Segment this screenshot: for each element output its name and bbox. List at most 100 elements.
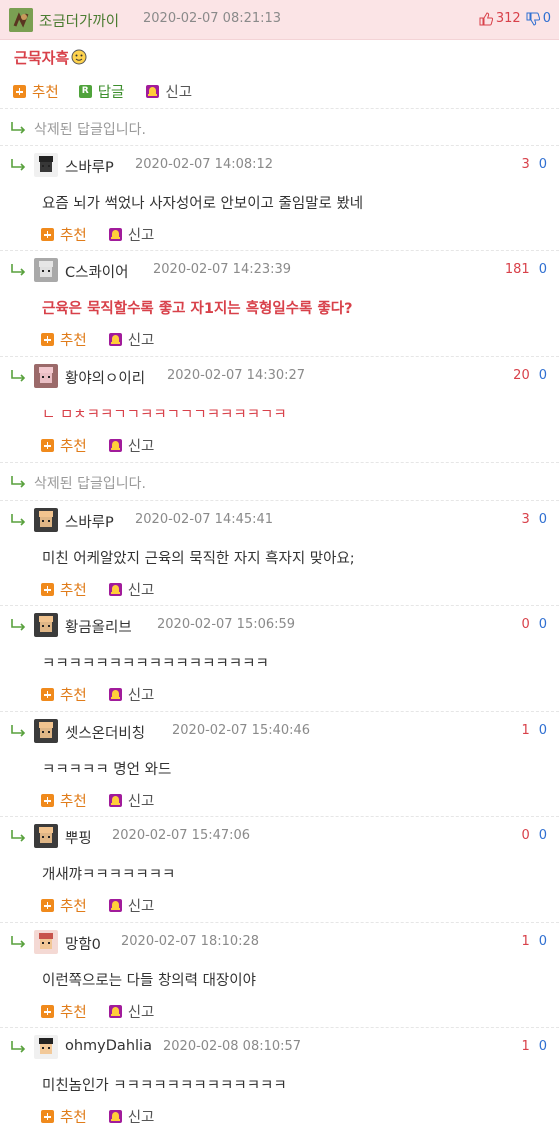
report-label: 신고 (127, 899, 155, 915)
reply-arrow-icon (10, 935, 28, 949)
siren-icon (108, 899, 122, 912)
reply-down-count[interactable]: 0 (539, 512, 547, 527)
plus-icon (41, 794, 54, 807)
post-actions: 추천 R 답글 신고 (13, 81, 192, 102)
report-button[interactable]: 신고 (108, 684, 154, 705)
report-button[interactable]: 신고 (146, 81, 192, 102)
reply-down-count[interactable]: 0 (539, 723, 547, 738)
reply-up-count[interactable]: 0 (521, 828, 529, 843)
reply-down-count[interactable]: 0 (539, 934, 547, 949)
thumbs-up-icon[interactable] (479, 11, 493, 26)
author-avatar[interactable] (9, 8, 33, 32)
recommend-label: 추천 (60, 1110, 87, 1126)
reply-time: 2020-02-07 15:47:06 (112, 828, 251, 843)
reply-time: 2020-02-07 15:06:59 (157, 617, 296, 632)
reply-item: 뿌핑 2020-02-07 15:47:06 0 0 개새꺄ㅋㅋㅋㅋㅋㅋㅋ 추천 신고 (0, 816, 559, 922)
reply-nick[interactable]: 스바루P (65, 511, 114, 532)
reply-text: ㅋㅋㅋㅋㅋㅋㅋㅋㅋㅋㅋㅋㅋㅋㅋㅋㅋ (42, 656, 269, 672)
reply-down-count[interactable]: 0 (539, 262, 547, 277)
reply-up-count[interactable]: 1 (521, 934, 529, 949)
reply-up-count[interactable]: 1 (521, 723, 529, 738)
reply-arrow-icon (10, 513, 28, 527)
reply-time: 2020-02-07 14:45:41 (135, 512, 274, 527)
reply-down-count[interactable]: 0 (539, 368, 547, 383)
plus-icon (41, 1005, 54, 1018)
report-button[interactable]: 신고 (108, 329, 154, 350)
reply-avatar[interactable] (34, 508, 58, 532)
report-button[interactable]: 신고 (108, 224, 154, 245)
reply-item: ohmyDahlia 2020-02-08 08:10:57 1 0 미친놈인가 ㅋㅋㅋ… (0, 1027, 559, 1131)
recommend-button[interactable]: 추천 (41, 1001, 87, 1022)
reply-avatar[interactable] (34, 364, 58, 388)
reply-down-count[interactable]: 0 (539, 828, 547, 843)
recommend-button[interactable]: 추천 (41, 684, 87, 705)
reply-item: 황금올리브 2020-02-07 15:06:59 0 0 ㅋㅋㅋㅋㅋㅋㅋㅋㅋㅋㅋㅋㅋㅋ… (0, 605, 559, 711)
report-button[interactable]: 신고 (108, 790, 155, 811)
reply-down-count[interactable]: 0 (539, 1039, 547, 1054)
reply-avatar[interactable] (34, 824, 58, 848)
recommend-button[interactable]: 추천 (41, 435, 87, 456)
siren-icon (108, 688, 122, 701)
post-header: 조금더가까이 2020-02-07 08:21:13 312 0 (0, 0, 559, 40)
recommend-button[interactable]: 추천 (41, 790, 87, 811)
reply-up-count[interactable]: 0 (521, 617, 529, 632)
reply-nick[interactable]: 황금올리브 (65, 616, 132, 637)
recommend-button[interactable]: 추천 (41, 329, 87, 350)
reply-avatar[interactable] (34, 930, 58, 954)
reply-up-count[interactable]: 3 (521, 512, 529, 527)
report-label: 신고 (127, 794, 155, 810)
deleted-reply-text: 삭제된 답글입니다. (34, 476, 146, 492)
reply-arrow-icon (10, 1040, 28, 1054)
recommend-button[interactable]: 추천 (41, 895, 87, 916)
reply-up-count[interactable]: 1 (521, 1039, 529, 1054)
smirk-emoji-icon (71, 49, 87, 65)
reply-text: 미친 어케알았지 근육의 묵직한 자지 흑자지 맞아요; (42, 551, 355, 567)
reply-nick[interactable]: ohmyDahlia (65, 1038, 152, 1054)
report-button[interactable]: 신고 (108, 1106, 154, 1127)
reply-arrow-icon (10, 475, 28, 489)
recommend-button[interactable]: 추천 (41, 224, 87, 245)
post-text: 근묵자흑 (14, 49, 70, 67)
reply-nick[interactable]: 망함0 (65, 933, 101, 954)
reply-nick[interactable]: 셋스온더비칭 (65, 722, 145, 743)
reply-arrow-icon (10, 618, 28, 632)
report-button[interactable]: 신고 (108, 895, 155, 916)
reply-avatar[interactable] (34, 153, 58, 177)
recommend-label: 추천 (60, 439, 87, 455)
thumbs-down-icon[interactable] (526, 12, 540, 26)
reply-votes: 00 (521, 828, 547, 843)
reply-text: 개새꺄ㅋㅋㅋㅋㅋㅋㅋ (42, 867, 176, 883)
reply-down-count[interactable]: 0 (539, 617, 547, 632)
reply-up-count[interactable]: 181 (505, 262, 530, 277)
reply-avatar[interactable] (34, 258, 58, 282)
reply-nick[interactable]: C스콰이어 (65, 261, 128, 282)
recommend-button[interactable]: 추천 (41, 1106, 87, 1127)
siren-icon (108, 228, 122, 241)
reply-votes: 30 (521, 512, 547, 527)
reply-up-count[interactable]: 3 (521, 157, 529, 172)
siren-icon (108, 794, 122, 807)
reply-down-count[interactable]: 0 (539, 157, 547, 172)
reply-item: 스바루P 2020-02-07 14:45:41 3 0 미친 어케알았지 근육의 묵직… (0, 500, 559, 605)
recommend-button[interactable]: 추천 (13, 81, 59, 102)
recommend-button[interactable]: 추천 (41, 579, 87, 600)
reply-avatar[interactable] (34, 613, 58, 637)
author-nick[interactable]: 조금더가까이 (39, 10, 119, 31)
report-button[interactable]: 신고 (108, 579, 154, 600)
reply-button[interactable]: R 답글 (78, 81, 124, 102)
deleted-reply-text: 삭제된 답글입니다. (34, 122, 146, 138)
reply-text: 근육은 묵직할수록 좋고 자1지는 흑형일수록 좋다? (42, 301, 353, 317)
reply-nick[interactable]: 뿌핑 (65, 827, 92, 848)
siren-icon (108, 1110, 122, 1123)
reply-avatar[interactable] (34, 719, 58, 743)
reply-actions: 추천 신고 (41, 579, 154, 600)
report-button[interactable]: 신고 (108, 435, 154, 456)
reply-up-count[interactable]: 20 (513, 368, 530, 383)
reply-text: 요즘 뇌가 썩었나 사자성어로 안보이고 줄임말로 봤네 (42, 196, 364, 212)
reply-votes: 20 0 (513, 368, 547, 383)
reply-nick[interactable]: 스바루P (65, 156, 114, 177)
plus-icon (41, 1110, 54, 1123)
reply-avatar[interactable] (34, 1035, 58, 1059)
reply-nick[interactable]: 황야의ㅇ이리 (65, 367, 145, 388)
report-button[interactable]: 신고 (108, 1001, 154, 1022)
